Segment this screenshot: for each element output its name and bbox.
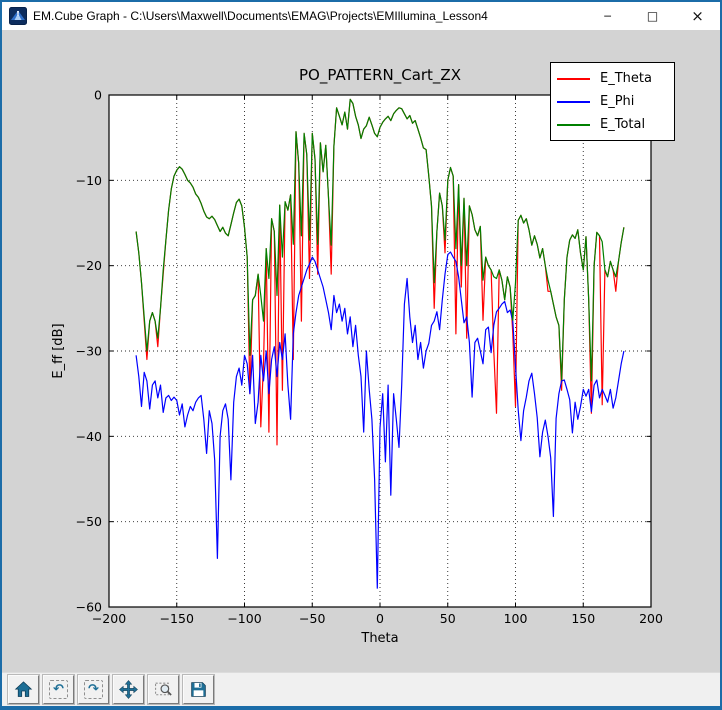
y-tick-label: −10: [76, 173, 102, 188]
x-tick-label: −50: [299, 611, 325, 626]
legend: E_Theta E_Phi E_Total: [550, 62, 675, 141]
titlebar[interactable]: EM.Cube Graph - C:\Users\Maxwell\Documen…: [2, 2, 720, 30]
legend-item-e-theta: E_Theta: [557, 67, 666, 90]
x-tick-label: −150: [160, 611, 194, 626]
zoom-rect-icon: [154, 680, 173, 699]
figure-area: −200−150−100−500501001502000−10−20−30−40…: [2, 30, 720, 672]
y-tick-label: −60: [76, 600, 102, 615]
y-tick-label: −50: [76, 514, 102, 529]
y-axis-label: E_ff [dB]: [51, 323, 66, 378]
back-arrow-icon: ↶: [49, 680, 68, 699]
app-icon: [9, 7, 27, 25]
close-icon: ×: [691, 7, 704, 25]
app-window: EM.Cube Graph - C:\Users\Maxwell\Documen…: [0, 0, 722, 710]
legend-label: E_Total: [600, 117, 645, 132]
legend-label: E_Phi: [600, 94, 634, 109]
window-title: EM.Cube Graph - C:\Users\Maxwell\Documen…: [33, 9, 585, 23]
e-phi-line-swatch: [557, 101, 590, 103]
x-axis-label: Theta: [360, 631, 398, 646]
x-tick-label: 50: [440, 611, 456, 626]
x-tick-label: 0: [376, 611, 384, 626]
x-tick-label: 100: [504, 611, 528, 626]
save-icon: [189, 680, 208, 699]
pan-button[interactable]: [113, 675, 144, 704]
plot-title: PO_PATTERN_Cart_ZX: [299, 66, 461, 85]
minimize-button[interactable]: ─: [585, 2, 630, 30]
legend-item-e-phi: E_Phi: [557, 90, 666, 113]
x-tick-label: 150: [571, 611, 595, 626]
save-button[interactable]: [183, 675, 214, 704]
back-button[interactable]: ↶: [43, 675, 74, 704]
pan-arrows-icon: [119, 680, 138, 699]
maximize-icon: □: [647, 9, 658, 23]
zoom-button[interactable]: [148, 675, 179, 704]
window-controls: ─ □ ×: [585, 2, 720, 30]
forward-arrow-icon: ↷: [84, 680, 103, 699]
legend-label: E_Theta: [600, 71, 652, 86]
maximize-button[interactable]: □: [630, 2, 675, 30]
y-tick-label: −40: [76, 429, 102, 444]
close-button[interactable]: ×: [675, 2, 720, 30]
x-tick-label: −100: [227, 611, 261, 626]
y-tick-label: −20: [76, 258, 102, 273]
home-button[interactable]: [8, 675, 39, 704]
e-total-line-swatch: [557, 124, 590, 126]
plot-toolbar: ↶ ↷: [2, 672, 720, 706]
minimize-icon: ─: [604, 10, 611, 23]
home-icon: [14, 680, 33, 699]
y-tick-label: 0: [94, 88, 102, 103]
legend-item-e-total: E_Total: [557, 113, 666, 136]
x-tick-label: 200: [639, 611, 663, 626]
y-tick-label: −30: [76, 344, 102, 359]
e-theta-line-swatch: [557, 78, 590, 80]
forward-button[interactable]: ↷: [78, 675, 109, 704]
